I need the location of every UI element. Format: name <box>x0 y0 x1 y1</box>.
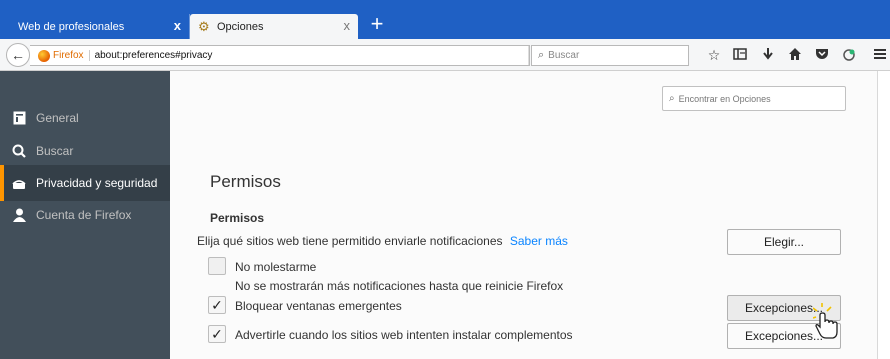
notifications-text: Elija qué sitios web tiene permitido env… <box>197 234 503 248</box>
tab-opciones[interactable]: ⚙ Opciones x <box>190 14 358 39</box>
do-not-disturb-checkbox[interactable] <box>208 257 226 275</box>
button-label: Elegir... <box>763 235 805 249</box>
tab-web-de-profesionales[interactable]: Web de profesionales x <box>10 14 190 39</box>
preferences-content: ⌕ Encontrar en Opciones Permisos Permiso… <box>170 71 877 359</box>
download-icon[interactable] <box>760 47 776 63</box>
block-popups-label: Bloquear ventanas emergentes <box>235 299 402 313</box>
find-in-options-input[interactable]: ⌕ Encontrar en Opciones <box>662 86 846 111</box>
sidebar-item-general[interactable]: General <box>0 100 170 136</box>
back-button[interactable]: ← <box>6 43 30 67</box>
tab-strip: Web de profesionales x ⚙ Opciones x + <box>0 0 890 39</box>
do-not-disturb-label: No molestarme <box>235 260 317 274</box>
url-text[interactable]: about:preferences#privacy <box>95 50 213 61</box>
search-icon <box>12 144 26 158</box>
warn-addons-checkbox[interactable]: ✓ <box>208 325 226 343</box>
section-title: Permisos <box>210 172 281 191</box>
navigation-bar: ← Firefox about:preferences#privacy C ⌕ … <box>0 39 890 71</box>
bookmarks-library-icon[interactable] <box>732 47 748 63</box>
general-icon <box>12 111 26 125</box>
tab-label: Web de profesionales <box>18 20 125 33</box>
block-popups-checkbox[interactable]: ✓ <box>208 296 226 314</box>
url-identity-label: Firefox <box>53 50 90 61</box>
pocket-icon[interactable] <box>814 47 830 63</box>
search-icon: ⌕ <box>669 93 675 104</box>
account-icon <box>12 208 26 222</box>
sidebar-item-label: Buscar <box>36 144 74 158</box>
preferences-sidebar: General Buscar Privacidad y seguridad Cu… <box>0 71 170 359</box>
learn-more-link[interactable]: Saber más <box>510 234 568 248</box>
gear-icon: ⚙ <box>198 19 210 34</box>
new-tab-button[interactable]: + <box>365 13 389 37</box>
button-label: Excepciones... <box>744 301 824 315</box>
sidebar-item-label: General <box>36 111 79 125</box>
extension-icon[interactable] <box>841 47 857 63</box>
search-placeholder: Buscar <box>548 50 580 61</box>
firefox-logo-icon <box>38 49 50 62</box>
button-label: Excepciones... <box>744 329 824 343</box>
permissions-subheading: Permisos <box>210 211 265 225</box>
menu-icon[interactable] <box>872 47 888 63</box>
warn-addons-label: Advertirle cuando los sitios web intente… <box>235 328 573 342</box>
scrollbar[interactable] <box>877 71 890 359</box>
url-bar[interactable]: Firefox about:preferences#privacy C <box>30 45 548 66</box>
star-icon[interactable]: ☆ <box>706 47 722 63</box>
notifications-description: Elija qué sitios web tiene permitido env… <box>197 234 568 248</box>
close-tab-icon[interactable]: x <box>344 19 351 33</box>
choose-notifications-button[interactable]: Elegir... <box>727 229 841 255</box>
find-placeholder: Encontrar en Opciones <box>678 93 771 104</box>
sidebar-item-cuenta[interactable]: Cuenta de Firefox <box>0 197 170 233</box>
tab-label: Opciones <box>217 20 264 33</box>
hand-pointer-cursor-icon <box>813 303 838 339</box>
sidebar-item-privacidad[interactable]: Privacidad y seguridad <box>0 165 170 201</box>
sidebar-item-label: Cuenta de Firefox <box>36 208 132 222</box>
search-icon: ⌕ <box>538 49 545 61</box>
sidebar-item-label: Privacidad y seguridad <box>36 176 158 190</box>
home-icon[interactable] <box>787 47 803 63</box>
search-input[interactable]: ⌕ Buscar <box>531 45 689 66</box>
do-not-disturb-hint: No se mostrarán más notificaciones hasta… <box>235 279 564 293</box>
close-tab-icon[interactable]: x <box>174 19 181 33</box>
sidebar-item-buscar[interactable]: Buscar <box>0 133 170 169</box>
lock-icon <box>12 176 26 190</box>
